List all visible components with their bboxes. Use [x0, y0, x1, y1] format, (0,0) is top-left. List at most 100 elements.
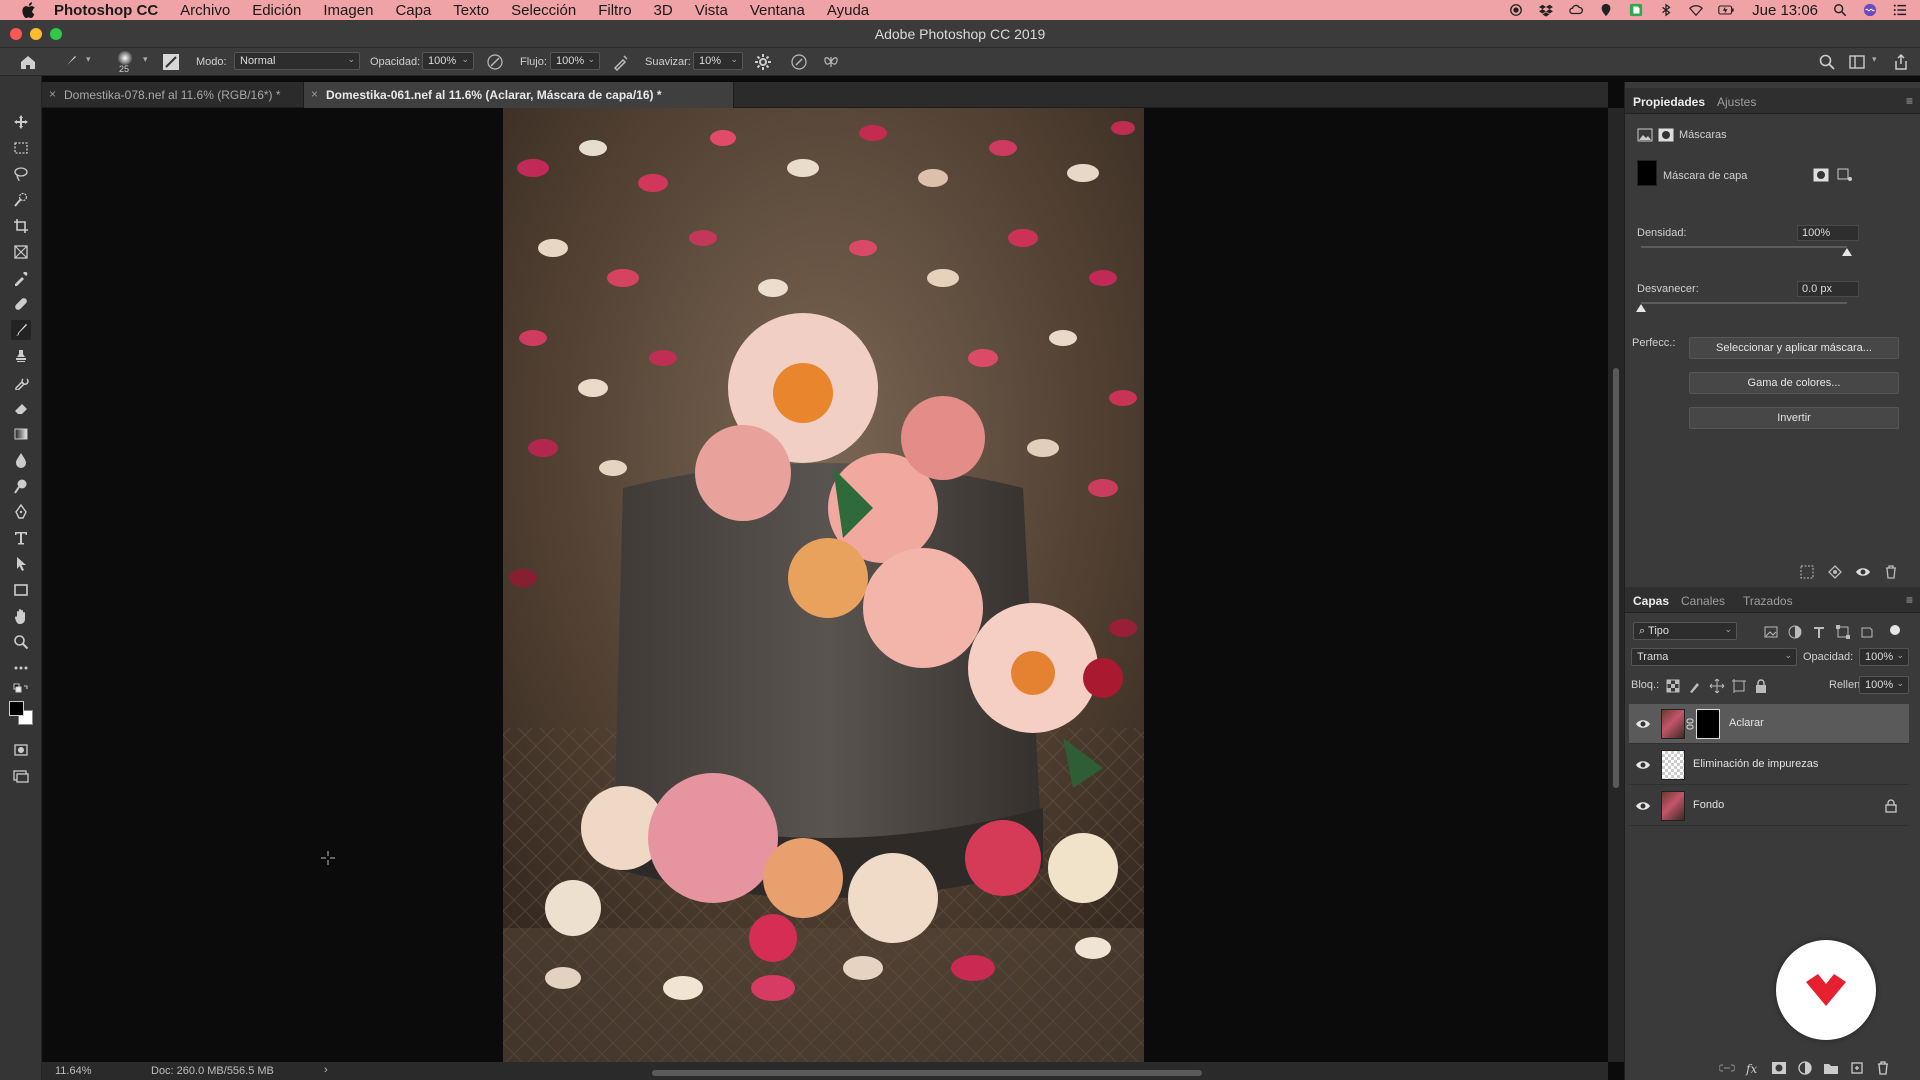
workspace-layout-icon[interactable]	[1848, 53, 1866, 71]
vector-mask-icon[interactable]	[1837, 168, 1853, 182]
pressure-opacity-icon[interactable]	[486, 53, 504, 71]
color-swatches[interactable]	[8, 700, 34, 726]
gradient-tool-icon[interactable]	[11, 424, 31, 444]
flow-input[interactable]: 100% ⌄	[550, 52, 600, 70]
feather-slider[interactable]	[1641, 302, 1847, 304]
healing-brush-tool-icon[interactable]	[11, 294, 31, 314]
tab-propiedades[interactable]: Propiedades	[1633, 95, 1705, 109]
screen-mode-icon[interactable]	[11, 766, 31, 786]
home-icon[interactable]	[18, 52, 38, 72]
load-selection-icon[interactable]	[1799, 564, 1815, 580]
brush-tool-icon[interactable]	[11, 320, 31, 340]
filter-shape-layers-icon[interactable]	[1835, 624, 1851, 640]
menubar-clock[interactable]: Jue 13:06	[1752, 2, 1818, 19]
filter-adjustment-layers-icon[interactable]	[1787, 624, 1803, 640]
layer-row-eliminacion-de-impurezas[interactable]: Eliminación de impurezas	[1629, 745, 1909, 785]
hand-tool-icon[interactable]	[11, 606, 31, 626]
layer-thumbnail[interactable]	[1661, 791, 1685, 821]
pen-tool-icon[interactable]	[11, 502, 31, 522]
density-slider-knob[interactable]	[1842, 248, 1852, 256]
lock-all-icon[interactable]	[1753, 678, 1769, 694]
quick-mask-icon[interactable]	[11, 740, 31, 760]
dropbox-icon[interactable]	[1538, 3, 1554, 17]
wifi-icon[interactable]	[1688, 3, 1704, 17]
trash-icon[interactable]	[1875, 1060, 1891, 1076]
density-slider[interactable]	[1641, 246, 1847, 248]
eye-icon[interactable]	[1635, 716, 1651, 732]
share-icon[interactable]	[1892, 53, 1910, 71]
tab-ajustes[interactable]: Ajustes	[1717, 95, 1756, 109]
record-icon[interactable]	[1508, 3, 1524, 17]
close-tab-icon[interactable]: ×	[49, 87, 56, 101]
rectangle-tool-icon[interactable]	[11, 580, 31, 600]
layer-name[interactable]: Aclarar	[1729, 717, 1764, 729]
menu-app-name[interactable]: Photoshop CC	[54, 2, 158, 19]
filter-type-layers-icon[interactable]	[1811, 624, 1827, 640]
panel-menu-icon[interactable]: ≡	[1906, 593, 1913, 607]
filter-pixel-layers-icon[interactable]	[1763, 624, 1779, 640]
location-pin-icon[interactable]	[1598, 3, 1614, 17]
color-range-button[interactable]: Gama de colores...	[1689, 372, 1899, 394]
document-image-cake-with-flowers[interactable]	[503, 108, 1144, 1062]
scrollbar-thumb[interactable]	[652, 1070, 1202, 1076]
search-icon[interactable]	[1818, 53, 1836, 71]
link-layers-icon[interactable]	[1719, 1060, 1735, 1076]
panel-menu-icon[interactable]: ≡	[1906, 94, 1913, 108]
eye-icon[interactable]	[1635, 757, 1651, 773]
vertical-scrollbar[interactable]	[1608, 108, 1624, 1062]
smoothing-input[interactable]: 10% ⌄	[693, 52, 743, 70]
layer-row-aclarar[interactable]: Aclarar	[1629, 704, 1909, 744]
chevron-down-icon[interactable]: ▾	[143, 54, 148, 65]
lasso-tool-icon[interactable]	[11, 164, 31, 184]
zoom-tool-icon[interactable]	[11, 632, 31, 652]
mode-select[interactable]: Normal ⌄	[234, 52, 360, 70]
eye-icon[interactable]	[1855, 564, 1871, 580]
menu-seleccion[interactable]: Selección	[511, 2, 576, 19]
new-group-folder-icon[interactable]	[1823, 1060, 1839, 1076]
tab-domestika-078[interactable]: × Domestika-078.nef al 11.6% (RGB/16*) *	[42, 82, 304, 108]
creative-cloud-icon[interactable]	[1568, 3, 1584, 17]
layer-row-fondo[interactable]: Fondo	[1629, 786, 1909, 826]
layer-opacity-input[interactable]: 100% ⌄	[1859, 648, 1909, 666]
tab-domestika-061[interactable]: × Domestika-061.nef al 11.6% (Aclarar, M…	[304, 82, 734, 108]
tab-canales[interactable]: Canales	[1681, 594, 1725, 608]
move-tool-icon[interactable]	[11, 112, 31, 132]
menu-edicion[interactable]: Edición	[252, 2, 301, 19]
invert-button[interactable]: Invertir	[1689, 407, 1899, 429]
apple-icon[interactable]	[20, 2, 40, 18]
evernote-icon[interactable]	[1628, 3, 1644, 17]
lock-position-icon[interactable]	[1709, 678, 1725, 694]
dodge-tool-icon[interactable]	[11, 476, 31, 496]
lock-image-pixels-icon[interactable]	[1687, 678, 1703, 694]
pressure-size-icon[interactable]	[790, 53, 808, 71]
symmetry-butterfly-icon[interactable]	[822, 53, 840, 71]
layer-filter-select[interactable]: ⌕ Tipo ⌄	[1633, 622, 1737, 640]
lock-transparent-pixels-icon[interactable]	[1665, 678, 1681, 694]
menu-3d[interactable]: 3D	[654, 2, 673, 19]
lock-artboard-icon[interactable]	[1731, 678, 1747, 694]
layer-name[interactable]: Eliminación de impurezas	[1693, 758, 1818, 770]
menu-texto[interactable]: Texto	[453, 2, 489, 19]
menu-ventana[interactable]: Ventana	[750, 2, 805, 19]
frame-tool-icon[interactable]	[11, 242, 31, 262]
density-input[interactable]: 100%	[1797, 225, 1859, 241]
menu-vista[interactable]: Vista	[695, 2, 728, 19]
menu-filtro[interactable]: Filtro	[598, 2, 631, 19]
spotlight-search-icon[interactable]	[1832, 3, 1848, 17]
link-chain-icon[interactable]	[1686, 718, 1694, 730]
brush-preset-icon[interactable]	[60, 52, 80, 72]
adjustment-layer-icon[interactable]	[1797, 1060, 1813, 1076]
blend-mode-select[interactable]: Trama ⌄	[1631, 648, 1797, 666]
layer-thumbnail[interactable]	[1661, 750, 1685, 780]
eyedropper-tool-icon[interactable]	[11, 268, 31, 288]
smoothing-settings-gear-icon[interactable]	[754, 53, 772, 71]
pixel-mask-icon[interactable]	[1637, 128, 1653, 142]
add-mask-icon[interactable]	[1771, 1060, 1787, 1076]
filter-toggle-icon[interactable]	[1887, 622, 1903, 638]
layer-style-fx-icon[interactable]: fx	[1745, 1060, 1761, 1076]
crop-tool-icon[interactable]	[11, 216, 31, 236]
menu-capa[interactable]: Capa	[395, 2, 431, 19]
bluetooth-icon[interactable]	[1658, 3, 1674, 17]
filter-smart-objects-icon[interactable]	[1859, 624, 1875, 640]
airbrush-icon[interactable]	[612, 53, 630, 71]
